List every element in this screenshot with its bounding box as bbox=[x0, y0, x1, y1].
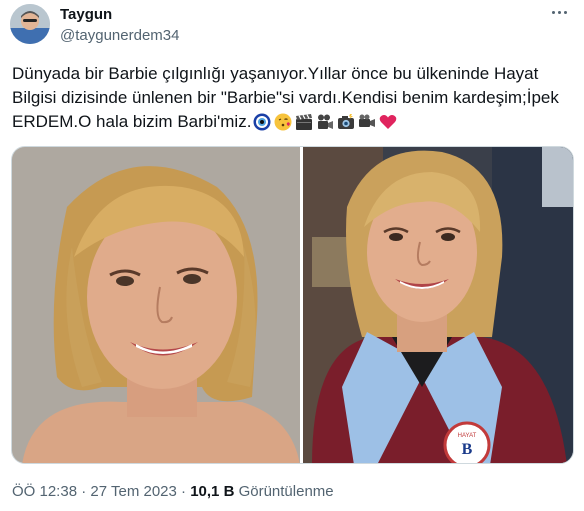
clapper-board-icon bbox=[295, 113, 313, 131]
tweet-time[interactable]: ÖÖ 12:38 bbox=[12, 483, 77, 500]
nazar-icon bbox=[253, 113, 271, 131]
emoji-row bbox=[253, 113, 397, 131]
media-image[interactable]: HAYAT B bbox=[11, 146, 574, 464]
tweet-text-block: Dünyada bir Barbie çılgınlığı yaşanıyor.… bbox=[12, 62, 572, 134]
film-camera-icon bbox=[316, 113, 334, 131]
more-options-icon[interactable] bbox=[548, 2, 572, 22]
meta-separator: · bbox=[181, 483, 187, 500]
tweet-date[interactable]: 27 Tem 2023 bbox=[90, 483, 176, 500]
right-photo[interactable]: HAYAT B bbox=[303, 147, 574, 464]
badge-letter: B bbox=[462, 441, 473, 458]
tweet-card: Taygun @taygunerdem34 Dünyada bir Barbie… bbox=[0, 0, 584, 511]
author-block: Taygun @taygunerdem34 bbox=[60, 6, 179, 46]
display-name[interactable]: Taygun bbox=[60, 6, 179, 24]
left-photo[interactable] bbox=[12, 147, 300, 464]
views-count[interactable]: 10,1 B bbox=[190, 483, 234, 500]
tweet-meta: ÖÖ 12:38 · 27 Tem 2023 · 10,1 B Görüntül… bbox=[12, 482, 334, 502]
movie-camera-icon bbox=[358, 113, 376, 131]
meta-separator: · bbox=[81, 483, 87, 500]
views-label: Görüntülenme bbox=[238, 483, 334, 500]
camera-flash-icon bbox=[337, 113, 355, 131]
badge-text: HAYAT bbox=[458, 433, 477, 439]
kiss-face-icon bbox=[274, 113, 292, 131]
red-heart-icon bbox=[379, 113, 397, 131]
handle[interactable]: @taygunerdem34 bbox=[60, 26, 179, 46]
avatar[interactable] bbox=[10, 4, 50, 44]
